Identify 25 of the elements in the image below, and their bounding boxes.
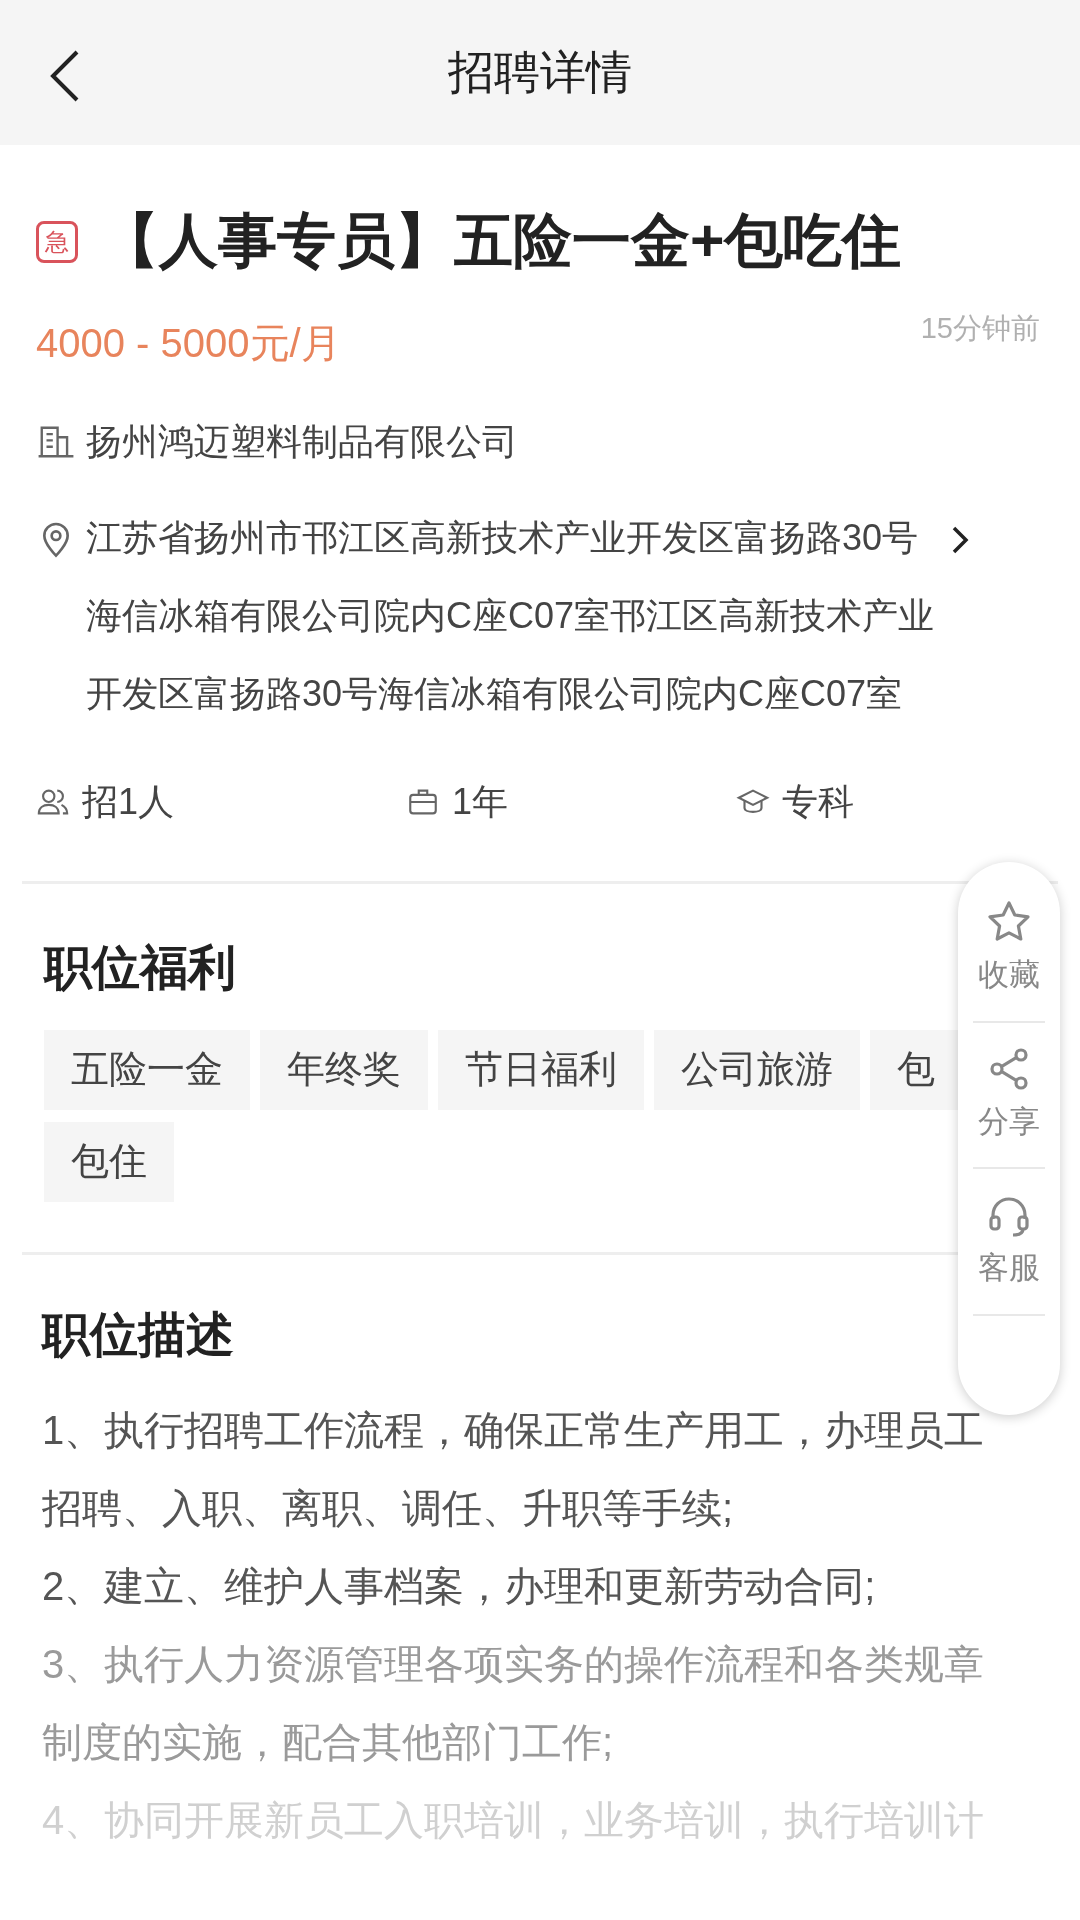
floating-menu-button[interactable]: 收藏 xyxy=(978,952,1040,999)
floating-menu-button[interactable]: 分享 xyxy=(978,1098,1040,1145)
benefit-tag: 年终奖 xyxy=(260,1029,428,1110)
benefit-tag: 公司旅游 xyxy=(654,1029,860,1110)
company-name: 扬州鸿迈塑料制品有限公司 xyxy=(86,419,518,464)
section-title: 职位描述 xyxy=(42,1306,234,1363)
description-item: 2、建立、维护人事档案，办理和更新劳动合同; xyxy=(42,1562,877,1610)
benefit-tag: 五险一金 xyxy=(44,1029,250,1110)
salary-range: 4000 - 5000元/月 xyxy=(36,319,341,367)
stat-text: 专科 xyxy=(782,779,854,824)
benefit-tag: 节日福利 xyxy=(438,1029,644,1110)
description-item: 1、执行招聘工作流程，确保正常生产用工，办理员工招聘、入职、离职、调任、升职等手续; xyxy=(42,1406,986,1532)
urgent-badge: 急 xyxy=(36,220,78,263)
chevron-right-icon[interactable] xyxy=(951,524,969,555)
benefit-tag: 包住 xyxy=(44,1121,174,1202)
section-title: 职位福利 xyxy=(44,939,236,996)
posted-time: 15分钟前 xyxy=(920,310,1040,346)
floating-menu-button[interactable]: 客服 xyxy=(978,1245,1040,1292)
back-chevron-icon xyxy=(50,50,80,102)
address-text: 江苏省扬州市邗江区高新技术产业开发区富扬路30号海信冰箱有限公司院内C座C07室邗江区高新技术产业开发区富扬路30号海信冰箱有限公司院内C座C07室 xyxy=(86,515,936,716)
stat-text: 招1人 xyxy=(82,779,175,824)
description-item: 3、执行人力资源管理各项实务的操作流程和各类规章制度的实施，配合其他部门工作; xyxy=(42,1640,986,1766)
page-title: 招聘详情 xyxy=(448,45,632,100)
job-title: 【人事专员】五险一金+包吃住 xyxy=(100,207,902,276)
stat-text: 1年 xyxy=(452,779,509,824)
